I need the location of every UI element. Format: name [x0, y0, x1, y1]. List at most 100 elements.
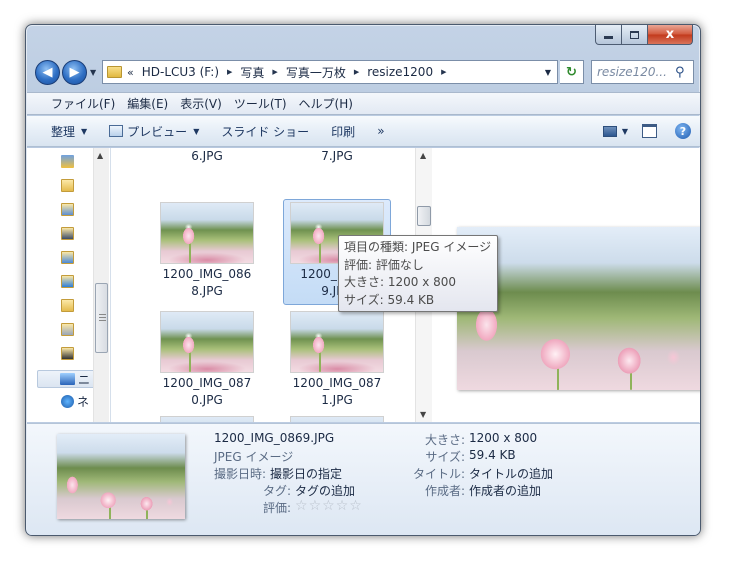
search-icon[interactable]: ⚲: [675, 65, 689, 80]
file-item[interactable]: 1200_IMG_087 1.JPG: [283, 311, 391, 409]
dimensions-value: 1200 x 800: [469, 431, 538, 445]
details-filename: 1200_IMG_0869.JPG: [214, 431, 335, 445]
file-item-partial[interactable]: [283, 416, 391, 422]
photo-thumbnail: [290, 311, 384, 373]
star-icon[interactable]: ☆: [336, 499, 349, 516]
details-date-row: 撮影日時: 撮影日の指定: [214, 465, 342, 482]
change-view-icon[interactable]: [602, 125, 617, 137]
preview-label: プレビュー: [127, 124, 188, 139]
tags-value[interactable]: タグの追加: [295, 482, 355, 499]
help-icon[interactable]: ?: [675, 123, 691, 139]
folder-icon: [61, 154, 74, 168]
dimensions-label: 大きさ:: [424, 433, 465, 447]
chevron-down-icon: ▼: [193, 126, 200, 136]
menu-edit[interactable]: 編集(E): [121, 95, 174, 112]
minimize-button[interactable]: [595, 25, 622, 45]
forward-arrow-icon: ▶: [69, 65, 80, 80]
navigation-pane: ニ ネ ▲: [27, 148, 111, 422]
tooltip-rating: 評価: 評価なし: [344, 257, 424, 272]
forward-button[interactable]: ▶: [62, 60, 87, 85]
author-label: 作成者:: [424, 484, 465, 498]
breadcrumb-drive[interactable]: HD-LCU3 (F:): [139, 65, 222, 79]
file-item-partial[interactable]: [153, 416, 261, 422]
view-dropdown-icon[interactable]: ▼: [622, 127, 628, 136]
history-dropdown-icon[interactable]: ▼: [90, 68, 96, 77]
videos-icon: [61, 226, 74, 240]
date-label: 撮影日時:: [214, 467, 267, 481]
scrollbar-thumb[interactable]: [95, 283, 108, 353]
breadcrumb-10000-photos[interactable]: 写真一万枚: [283, 64, 349, 81]
nav-label-network: ネ: [77, 394, 90, 409]
menu-help[interactable]: ヘルプ(H): [293, 95, 359, 112]
photo-thumbnail: [290, 416, 384, 422]
details-filetype: JPEG イメージ: [214, 450, 294, 464]
search-input[interactable]: resize120... ⚲: [591, 60, 694, 84]
slideshow-button[interactable]: スライド ショー: [221, 123, 309, 140]
caption-buttons: x: [595, 25, 693, 45]
scrollbar-thumb[interactable]: [417, 206, 431, 226]
scroll-down-icon[interactable]: ▼: [420, 410, 426, 419]
back-arrow-icon: ◀: [42, 65, 53, 80]
details-size-row: サイズ: 59.4 KB: [407, 448, 515, 465]
title-value[interactable]: タイトルの追加: [469, 465, 553, 482]
network-icon: [61, 394, 74, 408]
maximize-button[interactable]: [622, 25, 648, 45]
more-commands-button[interactable]: »: [377, 124, 384, 138]
details-title-row: タイトル: タイトルの追加: [397, 465, 553, 482]
nav-label-computer: ニ: [78, 372, 91, 387]
title-label: タイトル:: [412, 467, 465, 481]
address-bar[interactable]: « HD-LCU3 (F:) ▶ 写真 ▶ 写真一万枚 ▶ resize1200…: [102, 60, 558, 84]
breadcrumb-photos[interactable]: 写真: [237, 64, 267, 81]
file-name-line1: 1200_IMG_086: [162, 267, 252, 281]
scroll-up-icon[interactable]: ▲: [97, 151, 103, 160]
preview-button[interactable]: プレビュー ▼: [109, 123, 199, 140]
menu-file[interactable]: ファイル(F): [45, 95, 121, 112]
breadcrumb-arrow-icon[interactable]: ▶: [267, 68, 282, 76]
file-item[interactable]: 6.JPG: [153, 148, 261, 165]
author-value[interactable]: 作成者の追加: [469, 482, 541, 499]
size-label: サイズ:: [425, 450, 465, 464]
scrollbar-grip: [99, 314, 106, 315]
menu-tools[interactable]: ツール(T): [228, 95, 293, 112]
star-icon[interactable]: ☆: [322, 499, 335, 516]
tooltip-type: 項目の種類: JPEG イメージ: [344, 240, 492, 254]
date-value[interactable]: 撮影日の指定: [270, 465, 342, 482]
downloads-icon: [61, 274, 74, 288]
file-item[interactable]: 1200_IMG_087 0.JPG: [153, 311, 261, 409]
close-icon: x: [665, 27, 675, 42]
file-item[interactable]: 1200_IMG_086 8.JPG: [153, 202, 261, 300]
search-placeholder: resize120...: [597, 65, 667, 79]
breadcrumb-arrow-icon[interactable]: ▶: [349, 68, 364, 76]
chevron-down-icon: ▼: [81, 126, 88, 136]
file-name-line2: 1.JPG: [321, 393, 353, 407]
menu-view[interactable]: 表示(V): [174, 95, 228, 112]
star-icon[interactable]: ☆: [349, 499, 362, 516]
nav-pane-scrollbar[interactable]: ▲: [93, 148, 109, 422]
refresh-button[interactable]: ↻: [560, 60, 584, 84]
refresh-icon: ↻: [566, 64, 577, 80]
address-dropdown-icon[interactable]: ▼: [545, 68, 551, 77]
breadcrumb-resize1200[interactable]: resize1200: [364, 65, 436, 79]
breadcrumb-arrow-icon[interactable]: ▶: [222, 68, 237, 76]
star-icon[interactable]: ☆: [295, 499, 308, 516]
organize-label: 整理: [51, 124, 76, 139]
breadcrumb-overflow[interactable]: «: [127, 66, 134, 79]
print-button[interactable]: 印刷: [331, 123, 355, 140]
close-button[interactable]: x: [648, 25, 693, 45]
file-name: 7.JPG: [321, 149, 353, 163]
command-bar-right: ▼ ?: [602, 123, 691, 139]
rating-stars[interactable]: ☆ ☆ ☆ ☆ ☆: [295, 499, 363, 516]
details-thumbnail: [57, 434, 185, 519]
breadcrumb-arrow-icon[interactable]: ▶: [436, 68, 451, 76]
organize-button[interactable]: 整理 ▼: [51, 123, 87, 140]
back-button[interactable]: ◀: [35, 60, 60, 85]
file-item[interactable]: 7.JPG: [283, 148, 391, 165]
star-icon[interactable]: ☆: [309, 499, 322, 516]
photo-thumbnail: [160, 202, 254, 264]
details-pane: 1200_IMG_0869.JPG JPEG イメージ 撮影日時: 撮影日の指定…: [27, 423, 700, 535]
preview-pane-icon[interactable]: [642, 124, 657, 138]
scroll-up-icon[interactable]: ▲: [420, 151, 426, 160]
details-rating-row: 評価: ☆ ☆ ☆ ☆ ☆: [240, 499, 363, 516]
menu-bar: ファイル(F) 編集(E) 表示(V) ツール(T) ヘルプ(H): [27, 92, 700, 115]
folder-icon: [107, 66, 122, 78]
